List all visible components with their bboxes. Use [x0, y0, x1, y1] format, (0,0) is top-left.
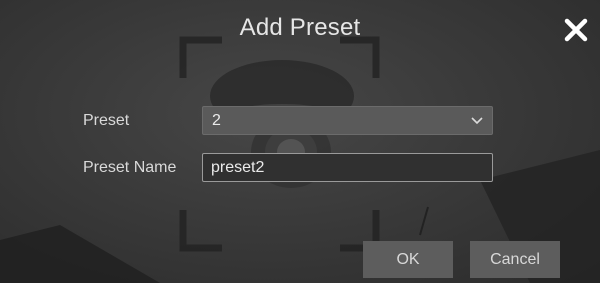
cancel-button[interactable]: Cancel	[470, 241, 560, 278]
preset-name-label: Preset Name	[83, 159, 177, 176]
add-preset-dialog: Add Preset Preset 2 Preset Name OK Cance…	[0, 0, 600, 283]
preset-select-value: 2	[212, 112, 221, 129]
preset-name-input[interactable]	[202, 153, 493, 182]
preset-label: Preset	[83, 112, 130, 129]
chevron-down-icon	[471, 117, 483, 125]
close-icon	[564, 18, 588, 42]
ok-button[interactable]: OK	[363, 241, 453, 278]
dialog-title: Add Preset	[239, 14, 361, 41]
preset-select[interactable]: 2	[202, 106, 493, 135]
close-button[interactable]	[558, 12, 594, 48]
